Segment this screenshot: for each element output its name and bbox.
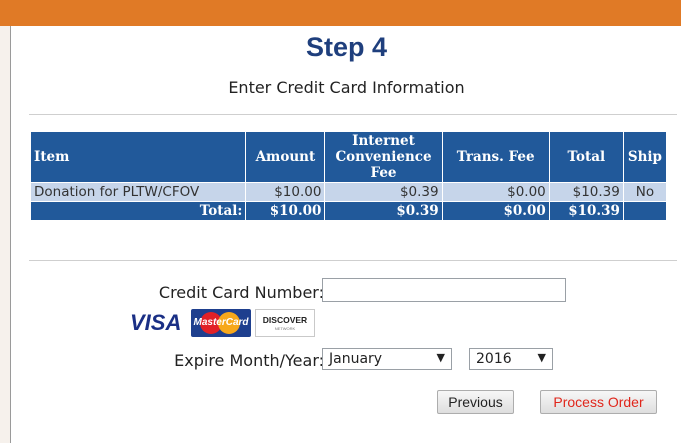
discover-logo-text: DISCOVER — [262, 315, 308, 325]
column-header-total: Total — [548, 131, 624, 183]
divider — [29, 260, 677, 261]
chevron-down-icon: ▼ — [436, 351, 445, 364]
expiry-label: Expire Month/Year: — [174, 351, 324, 370]
cell-item: Donation for PLTW/CFOV — [29, 182, 247, 202]
totals-fee: $0.39 — [324, 201, 443, 221]
column-header-fee-line: Convenience — [335, 149, 432, 165]
totals-row: Total: $10.00 $0.39 $0.00 $10.39 — [29, 201, 668, 221]
totals-trans-fee: $0.00 — [441, 201, 550, 221]
cell-amount: $10.00 — [245, 182, 326, 202]
page-title: Step 4 — [305, 32, 388, 62]
totals-amount: $10.00 — [245, 201, 326, 221]
expiry-month-value: January — [329, 351, 383, 367]
table-row: Donation for PLTW/CFOV $10.00 $0.39 $0.0… — [29, 182, 668, 202]
column-header-trans-fee: Trans. Fee — [441, 131, 550, 183]
totals-total: $10.39 — [548, 201, 624, 221]
expiry-month-select[interactable]: January ▼ — [322, 348, 452, 370]
mastercard-logo: MasterCard — [191, 309, 251, 337]
column-header-ship: Ship — [622, 131, 668, 183]
discover-logo-subtext: NETWORK — [274, 326, 296, 331]
credit-card-label: Credit Card Number: — [158, 283, 324, 302]
cell-trans-fee: $0.00 — [441, 182, 550, 202]
expiry-year-select[interactable]: 2016 ▼ — [469, 348, 553, 370]
chevron-down-icon: ▼ — [537, 351, 546, 364]
totals-label: Total: — [29, 201, 247, 221]
discover-logo: DISCOVER NETWORK — [255, 309, 315, 337]
column-header-fee-line: Fee — [370, 165, 397, 181]
previous-button[interactable]: Previous — [437, 390, 514, 414]
page-subtitle: Enter Credit Card Information — [228, 78, 465, 97]
checkout-panel: Step 4 Enter Credit Card Information Ite… — [10, 26, 681, 443]
order-summary-table: Item Amount Internet Convenience Fee Tra… — [29, 131, 668, 221]
cell-ship: No — [622, 182, 668, 202]
expiry-year-value: 2016 — [476, 351, 512, 367]
cell-fee: $0.39 — [324, 182, 443, 202]
divider — [29, 114, 677, 115]
column-header-amount: Amount — [245, 131, 326, 183]
column-header-item: Item — [29, 131, 247, 183]
top-accent-bar — [0, 0, 681, 26]
column-header-fee: Internet Convenience Fee — [324, 131, 443, 183]
visa-logo: VISA — [130, 310, 182, 335]
column-header-fee-line: Internet — [352, 133, 415, 149]
process-order-button[interactable]: Process Order — [540, 390, 657, 414]
cell-total: $10.39 — [548, 182, 624, 202]
totals-ship-empty — [622, 201, 668, 221]
mastercard-logo-text: MasterCard — [193, 317, 249, 328]
credit-card-number-input[interactable] — [322, 278, 566, 302]
